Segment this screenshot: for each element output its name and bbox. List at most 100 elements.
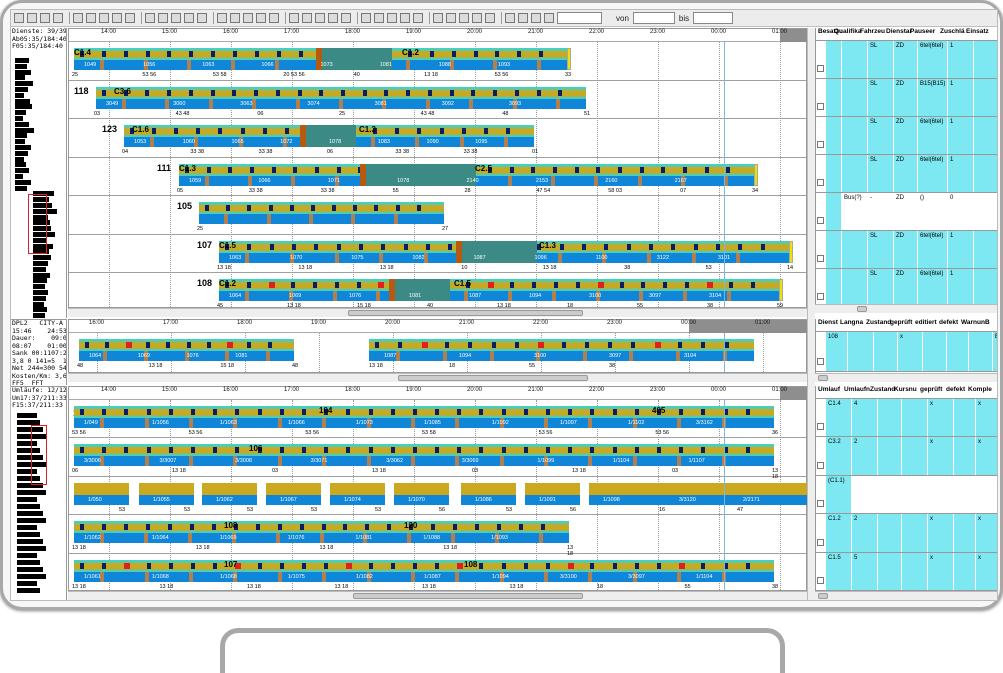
grid-cell[interactable] — [969, 332, 993, 371]
block-mini-bar[interactable] — [17, 518, 46, 523]
vehicle-grid-hscroll[interactable] — [815, 373, 997, 382]
block-mini-bar[interactable] — [17, 490, 46, 495]
grid-cell[interactable] — [826, 41, 842, 78]
trip-segment[interactable] — [538, 342, 545, 348]
duty-mini-bar[interactable] — [33, 301, 44, 307]
column-header[interactable]: Langna — [838, 319, 864, 326]
trip-segment[interactable] — [213, 409, 218, 415]
trip-bar[interactable]: 1/049 1/1056 1/1063 1/1066 1/1073 1/1085 1/109… — [72, 406, 778, 436]
trip-segment[interactable] — [301, 447, 306, 454]
toolbar-tool-icon[interactable] — [86, 13, 96, 23]
column-header[interactable]: defekt — [937, 319, 959, 326]
grid-cell[interactable]: - — [868, 193, 894, 230]
grid-cell[interactable] — [974, 41, 997, 78]
duty-mini-bar[interactable] — [15, 104, 32, 110]
duty-mini-bar[interactable] — [15, 133, 27, 139]
trip-segment[interactable] — [368, 447, 373, 454]
toolbar-tool-icon[interactable] — [269, 13, 279, 23]
trip-segment[interactable] — [124, 409, 129, 415]
toolbar-tool-icon[interactable] — [256, 13, 266, 23]
trip-segment[interactable] — [227, 342, 234, 348]
trip-segment[interactable] — [495, 51, 500, 57]
duty-row[interactable]: 1049 1056 1063 1066 1073 1081 1088 1093 C1.4 C1.2… — [69, 42, 806, 81]
trip-segment[interactable] — [310, 205, 315, 211]
column-header[interactable]: Warnun — [959, 319, 985, 326]
trip-segment[interactable] — [661, 166, 666, 173]
trip-segment[interactable] — [612, 409, 617, 415]
grid-cell[interactable] — [842, 41, 868, 78]
column-header[interactable]: Zustand — [864, 319, 891, 326]
grid-row[interactable]: Bus(?) - ZD() 0 — [816, 193, 997, 231]
grid-row[interactable]: SL ZD 6tel(6tel) 1 — [816, 269, 997, 307]
trip-segment[interactable] — [751, 282, 756, 288]
grid-cell[interactable] — [954, 437, 976, 475]
grid-row[interactable]: 108 x B — [816, 332, 997, 372]
grid-cell[interactable]: SL — [868, 79, 894, 116]
duty-mini-bar[interactable] — [33, 284, 45, 290]
block-mini-bar[interactable] — [17, 553, 37, 558]
duty-mini-bar[interactable] — [33, 290, 48, 295]
trip-segment[interactable] — [634, 562, 639, 569]
toolbar-tool-icon[interactable] — [374, 13, 384, 23]
grid-row[interactable]: SL ZD 6tel(6tel) 1 — [816, 231, 997, 269]
trip-segment[interactable] — [102, 409, 107, 415]
column-header[interactable]: Pauseer — [908, 28, 938, 35]
trip-segment[interactable] — [124, 562, 131, 569]
row-checkbox[interactable] — [817, 141, 824, 148]
trip-segment[interactable] — [124, 447, 129, 454]
trip-segment[interactable] — [425, 243, 430, 250]
scroll-thumb[interactable] — [857, 306, 867, 312]
break-block[interactable] — [395, 279, 450, 301]
row-checkbox[interactable] — [817, 103, 824, 110]
block-mini-bar[interactable] — [17, 504, 40, 509]
trip-segment[interactable] — [517, 51, 522, 57]
trip-segment[interactable] — [226, 205, 231, 211]
trip-segment[interactable] — [254, 89, 259, 96]
trip-bar[interactable]: 3/3006 3/3007 3/3008 3/3071 3/3062 3/3069 1/10… — [72, 444, 778, 480]
grid-cell[interactable] — [826, 79, 842, 116]
trip-bar[interactable]: 1059 1066 1071 1078 2140 2153 2160 2167 C1.3 C2.5… — [177, 163, 758, 194]
trip-segment[interactable] — [146, 409, 151, 415]
trip-segment[interactable] — [279, 447, 284, 454]
trip-segment[interactable] — [279, 562, 284, 569]
block-mini-bar[interactable] — [17, 546, 46, 551]
block-mini-bar[interactable] — [17, 588, 40, 593]
trip-segment[interactable] — [412, 562, 417, 569]
trip-segment[interactable] — [501, 409, 506, 415]
block-mini-bar[interactable] — [17, 574, 46, 579]
duty-gantt-hscroll[interactable] — [68, 308, 807, 317]
toolbar-tool-icon[interactable] — [472, 13, 482, 23]
grid-cell[interactable] — [974, 79, 997, 116]
trip-segment[interactable] — [475, 524, 480, 531]
grid-cell[interactable]: 5 — [852, 552, 878, 590]
trip-segment[interactable] — [166, 342, 171, 348]
trip-segment[interactable] — [612, 447, 617, 454]
trip-segment[interactable] — [683, 166, 688, 173]
duty-mini-bar[interactable] — [15, 58, 29, 63]
grid-cell[interactable]: ZD — [894, 117, 918, 154]
trip-segment[interactable] — [701, 447, 706, 454]
grid-cell[interactable]: C1.5 — [826, 552, 852, 590]
row-checkbox[interactable] — [817, 538, 824, 546]
grid-cell[interactable] — [842, 269, 868, 306]
trip-segment[interactable] — [279, 409, 284, 415]
trip-bar[interactable]: 1064 1069 1076 1081 1087 1094 3100 3097 3104 C1.2… — [217, 279, 783, 309]
duty-grid[interactable]: BesatzuQualifikaFahrzeuDienstarPauseer Zu… — [815, 28, 997, 307]
block-mini-bar[interactable] — [17, 581, 37, 586]
scroll-thumb[interactable] — [818, 593, 828, 599]
grid-cell[interactable]: 0 — [948, 193, 974, 230]
toolbar-tool-icon[interactable] — [289, 13, 299, 23]
grid-cell[interactable]: x — [976, 437, 997, 475]
row-checkbox[interactable] — [817, 358, 824, 365]
duty-mini-bar[interactable] — [15, 156, 24, 162]
grid-cell[interactable]: 1 — [948, 117, 974, 154]
trip-segment[interactable] — [125, 342, 132, 348]
trip-segment[interactable] — [448, 243, 453, 250]
trip-segment[interactable] — [457, 447, 462, 454]
trip-bar[interactable]: 1/1098 16 — [589, 482, 669, 513]
trip-segment[interactable] — [190, 447, 195, 454]
trip-segment[interactable] — [167, 524, 172, 531]
trip-segment[interactable] — [539, 51, 544, 57]
trip-segment[interactable] — [174, 128, 179, 134]
trip-segment[interactable] — [189, 524, 194, 531]
